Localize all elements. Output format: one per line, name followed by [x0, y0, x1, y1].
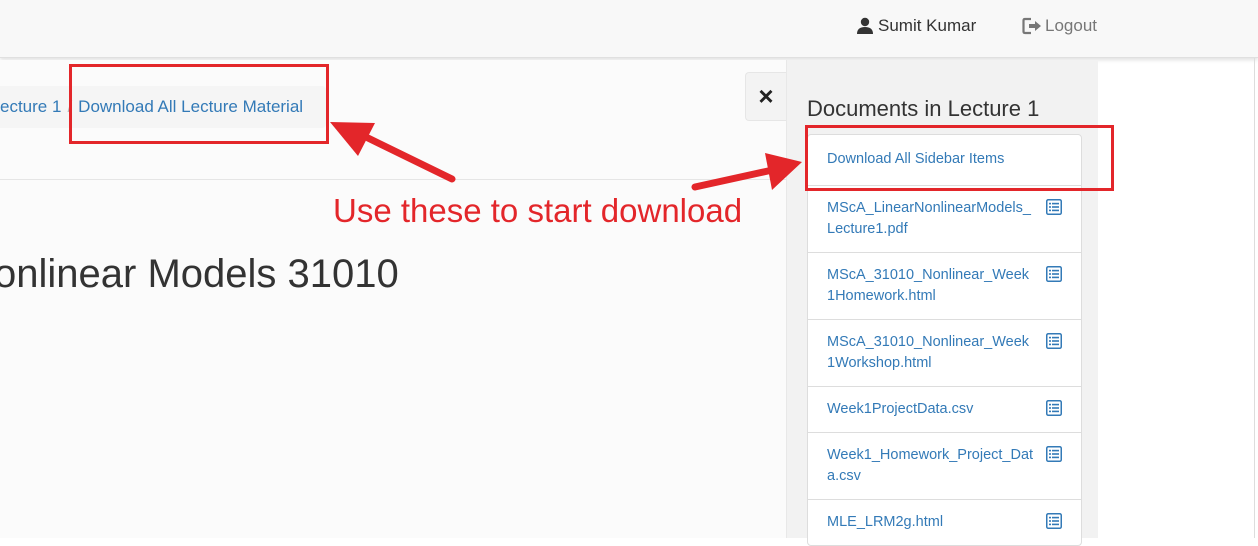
list-item[interactable]: Week1_Homework_Project_Data.csv: [808, 432, 1081, 499]
logout-link[interactable]: Logout: [1022, 16, 1097, 36]
breadcrumb-lecture-link[interactable]: ecture 1: [0, 97, 61, 116]
close-icon: ×: [758, 81, 774, 111]
list-alt-icon: [1046, 199, 1062, 215]
annotation-highlight-breadcrumb: [69, 64, 329, 144]
annotation-text: Use these to start download: [333, 192, 743, 229]
divider: [0, 179, 786, 180]
list-alt-icon: [1046, 400, 1062, 416]
logout-icon: [1022, 17, 1041, 35]
document-name: MScA_31010_Nonlinear_Week1Workshop.html: [827, 334, 1030, 371]
top-navbar: Sumit Kumar Logout: [0, 0, 1258, 58]
document-name: Week1ProjectData.csv: [827, 401, 974, 417]
user-icon: [857, 17, 873, 34]
list-item[interactable]: MScA_31010_Nonlinear_Week1Homework.html: [808, 252, 1081, 319]
annotation-highlight-sidebar: [805, 125, 1114, 191]
list-item[interactable]: MScA_31010_Nonlinear_Week1Workshop.html: [808, 319, 1081, 386]
sidebar-title: Documents in Lecture 1: [807, 96, 1040, 121]
user-menu[interactable]: Sumit Kumar: [856, 16, 976, 36]
document-list: Download All Sidebar Items MScA_LinearNo…: [807, 134, 1082, 546]
document-name: Week1_Homework_Project_Data.csv: [827, 447, 1034, 484]
close-sidebar-button[interactable]: ×: [745, 72, 786, 121]
list-alt-icon: [1046, 266, 1062, 282]
list-item[interactable]: MLE_LRM2g.html: [808, 499, 1081, 545]
list-alt-icon: [1046, 333, 1062, 349]
user-name: Sumit Kumar: [878, 16, 977, 35]
page-title: onlinear Models 31010: [0, 252, 399, 296]
document-name: MScA_31010_Nonlinear_Week1Homework.html: [827, 267, 1030, 304]
list-item[interactable]: Week1ProjectData.csv: [808, 386, 1081, 432]
list-item[interactable]: MScA_LinearNonlinearModels_Lecture1.pdf: [808, 185, 1081, 252]
list-alt-icon: [1046, 513, 1062, 529]
document-name: MLE_LRM2g.html: [827, 514, 944, 530]
list-alt-icon: [1046, 446, 1062, 462]
document-name: MScA_LinearNonlinearModels_Lecture1.pdf: [827, 200, 1031, 237]
logout-label: Logout: [1045, 16, 1097, 35]
window-edge: [1254, 58, 1255, 538]
